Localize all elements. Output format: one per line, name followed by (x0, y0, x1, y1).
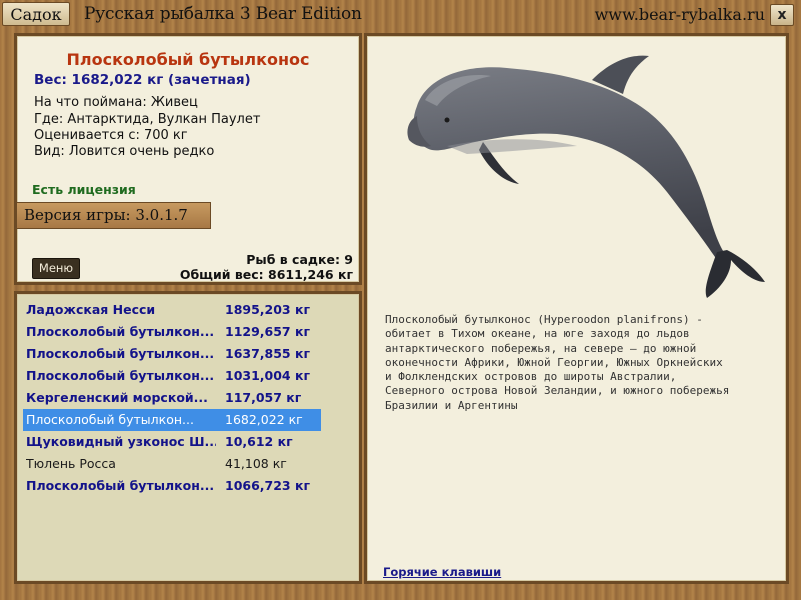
license-status: Есть лицензия (32, 182, 136, 197)
list-item[interactable]: Тюлень Росса 41,108 кг (23, 453, 321, 475)
menu-button[interactable]: Меню (32, 258, 80, 279)
location-info: Где: Антарктида, Вулкан Паулет (34, 112, 261, 127)
catch-weight: 41,108 кг (225, 456, 287, 471)
total-weight: Общий вес: 8611,246 кг (179, 267, 353, 282)
catch-weight: 1637,855 кг (225, 346, 310, 361)
dolphin-image (407, 55, 765, 298)
fish-weight: Вес: 1682,022 кг (зачетная) (34, 72, 251, 88)
catch-weight: 10,612 кг (225, 434, 293, 449)
list-item[interactable]: Плосколобый бутылкон... 1066,723 кг (23, 475, 321, 497)
catch-weight: 1895,203 кг (225, 302, 310, 317)
close-icon: x (777, 7, 787, 23)
close-button[interactable]: x (770, 4, 794, 26)
catch-weight: 117,057 кг (225, 390, 302, 405)
list-item[interactable]: Плосколобый бутылкон... 1129,657 кг (23, 321, 321, 343)
fish-name: Плосколобый бутылконос (66, 50, 310, 69)
value-info: Оценивается с: 700 кг (34, 128, 188, 143)
list-item[interactable]: Кергеленский морской... 117,057 кг (23, 387, 321, 409)
catch-name: Щуковидный узконос Ш... (26, 434, 216, 449)
app-title: Русская рыбалка 3 Bear Edition (84, 4, 362, 24)
catch-name: Плосколобый бутылкон... (26, 324, 215, 339)
list-item[interactable]: Щуковидный узконос Ш... 10,612 кг (23, 431, 321, 453)
fish-detail-panel: Плосколобый бутылконос (Hyperoodon plani… (364, 33, 789, 584)
site-url[interactable]: www.bear-rybalka.ru (595, 5, 765, 24)
catch-name: Кергеленский морской... (26, 390, 208, 405)
catch-weight: 1682,022 кг (225, 412, 303, 427)
fish-description: Плосколобый бутылконос (Hyperoodon plani… (385, 313, 730, 412)
catch-name: Тюлень Росса (26, 456, 116, 471)
catch-name: Плосколобый бутылкон... (26, 368, 215, 383)
list-item[interactable]: Плосколобый бутылкон... 1637,855 кг (23, 343, 321, 365)
hotkeys-link[interactable]: Горячие клавиши (383, 565, 501, 579)
catch-weight: 1066,723 кг (225, 478, 310, 493)
catch-name: Ладожская Несси (26, 302, 156, 317)
catch-name: Плосколобый бутылкон... (26, 412, 194, 427)
catch-name: Плосколобый бутылкон... (26, 346, 215, 361)
list-item[interactable]: Плосколобый бутылкон... 1682,022 кг (23, 409, 321, 431)
title-bar: Садок Русская рыбалка 3 Bear Edition www… (0, 0, 801, 30)
list-item[interactable]: Плосколобый бутылкон... 1031,004 кг (23, 365, 321, 387)
catch-name: Плосколобый бутылкон... (26, 478, 215, 493)
sadok-button[interactable]: Садок (2, 2, 70, 26)
catch-list-panel: Ладожская Несси 1895,203 кг Плосколобый бу… (14, 291, 362, 584)
catch-list: Ладожская Несси 1895,203 кг Плосколобый бу… (23, 299, 321, 497)
catch-weight: 1031,004 кг (225, 368, 310, 383)
list-item[interactable]: Ладожская Несси 1895,203 кг (23, 299, 321, 321)
fish-info-panel: Плосколобый бутылконос Вес: 1682,022 кг … (14, 33, 362, 285)
fish-count: Рыб в садке: 9 (246, 252, 353, 267)
bait-info: На что поймана: Живец (34, 95, 198, 110)
catch-weight: 1129,657 кг (225, 324, 310, 339)
version-ribbon: Версия игры: 3.0.1.7 (16, 202, 211, 229)
rarity-info: Вид: Ловится очень редко (34, 144, 215, 159)
